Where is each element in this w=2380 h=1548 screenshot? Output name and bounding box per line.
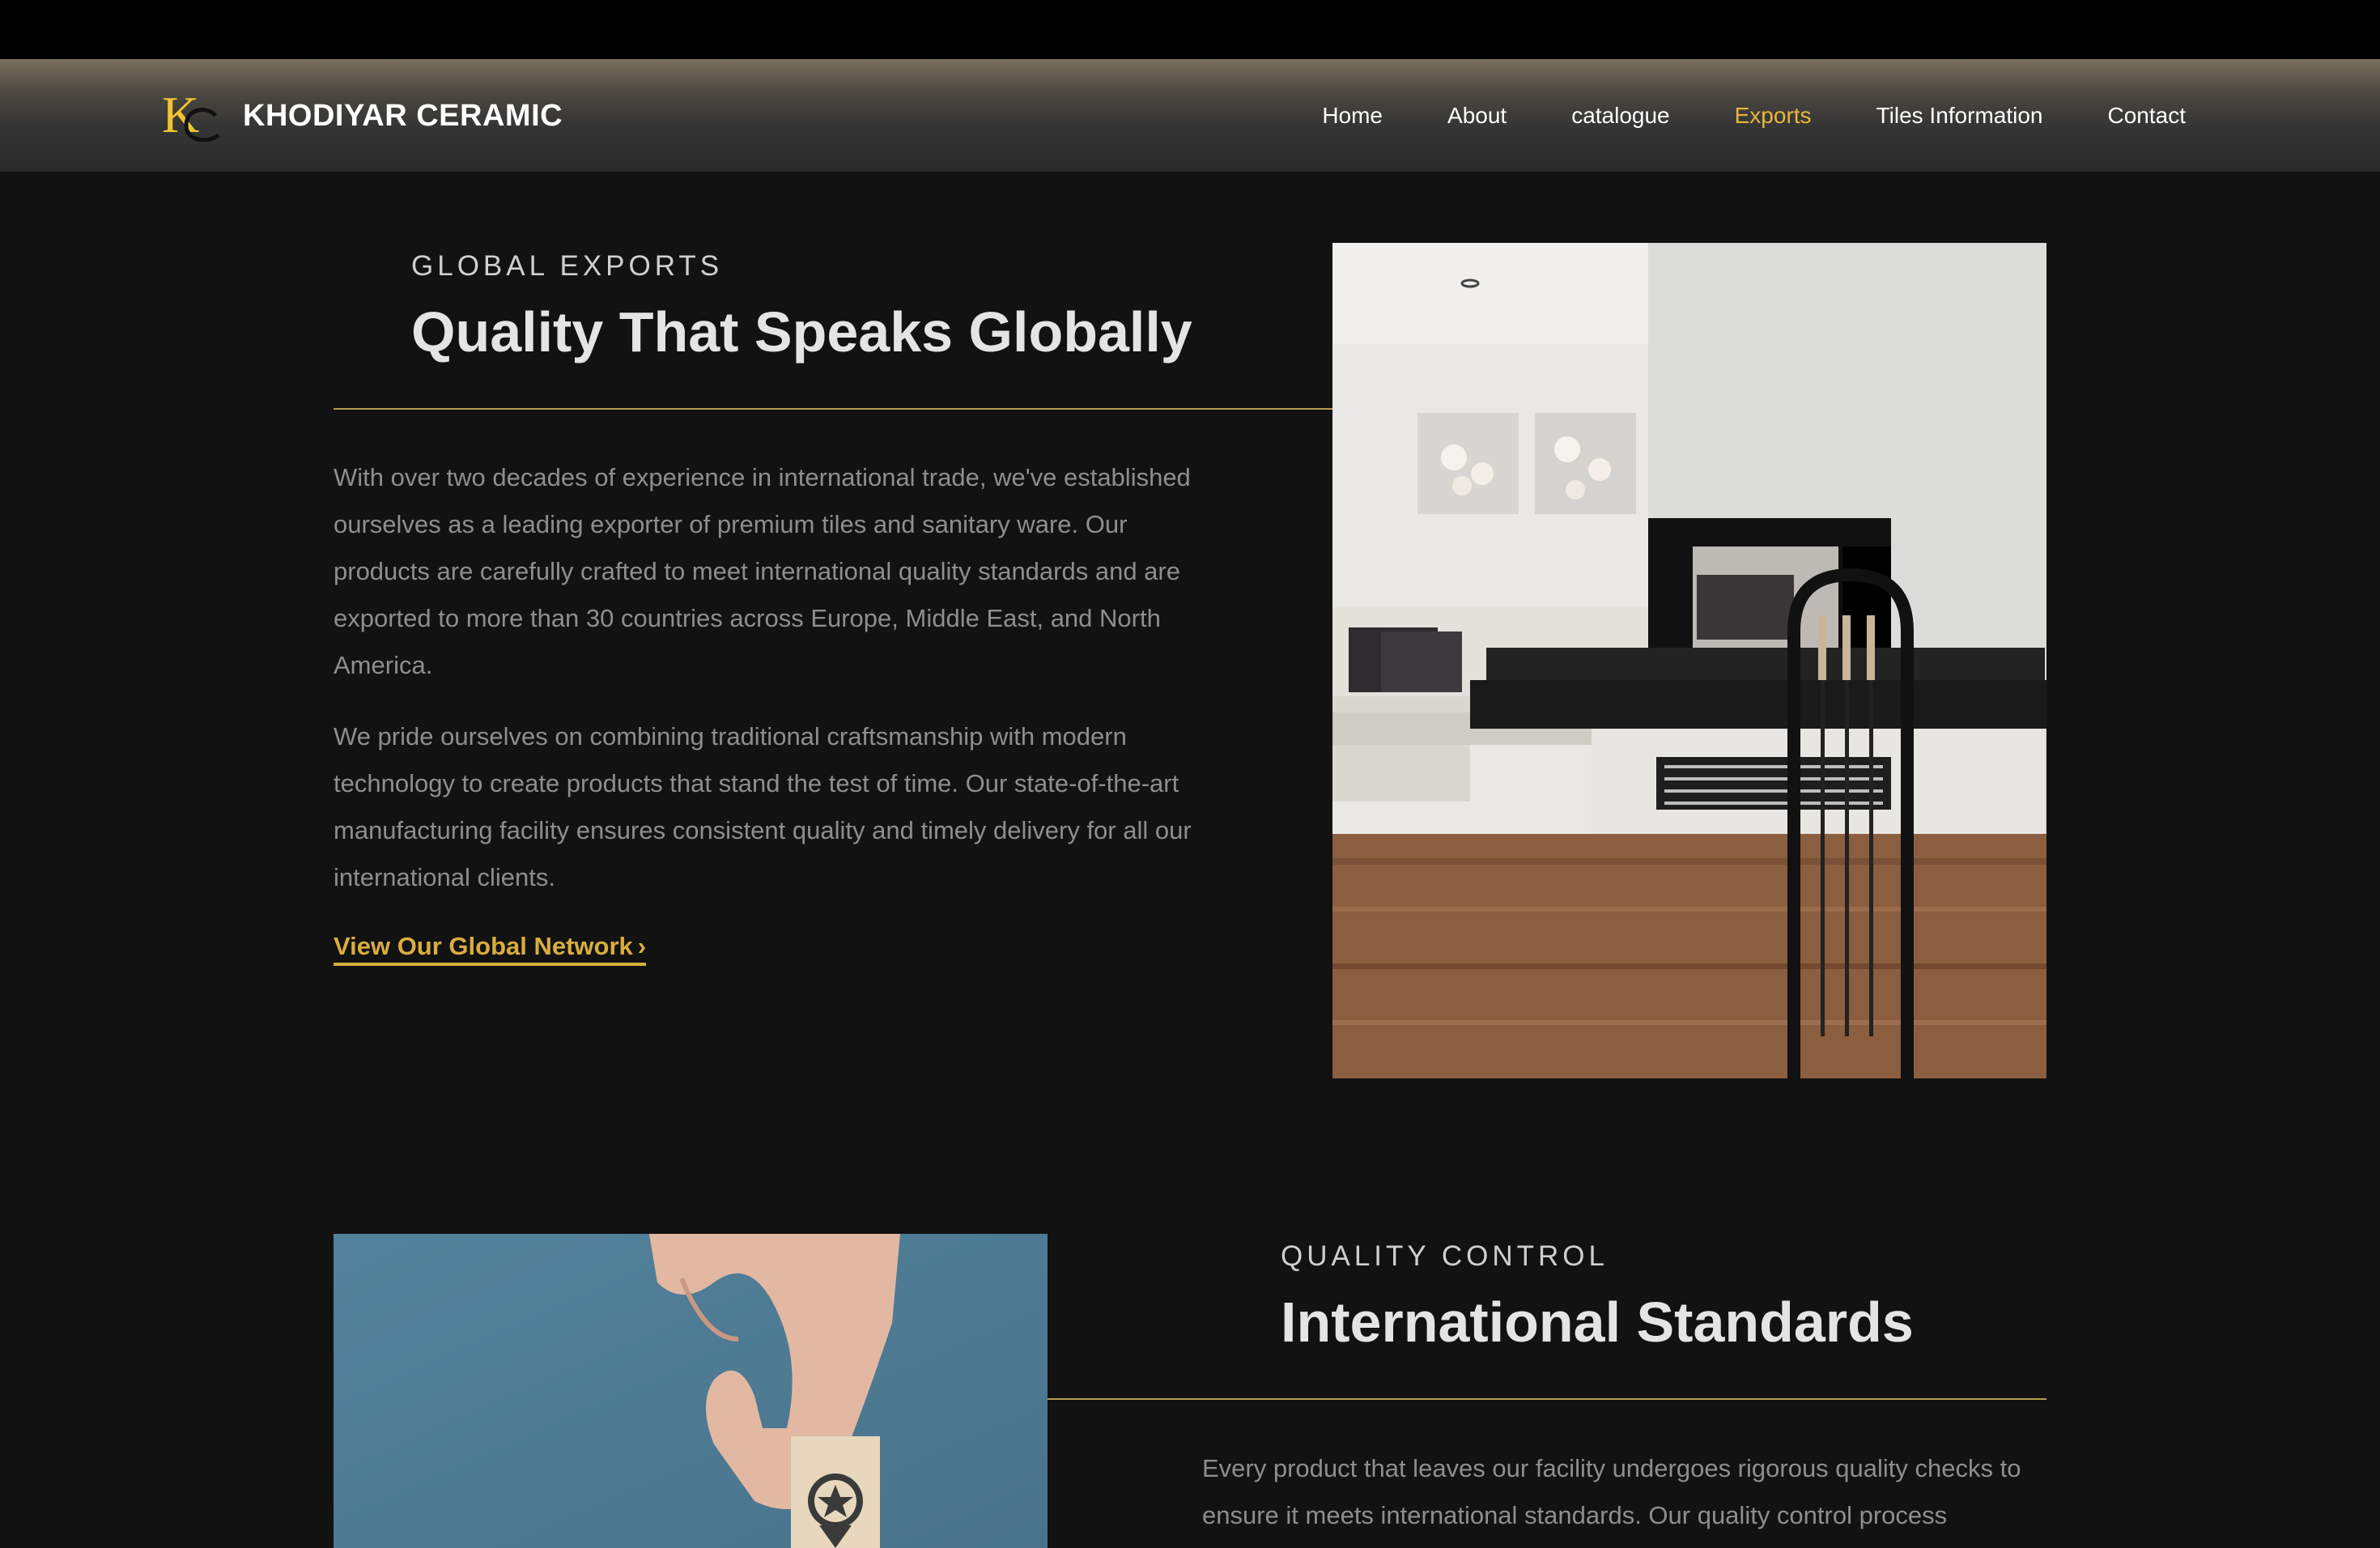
nav-exports[interactable]: Exports (1735, 103, 1812, 129)
nav-tiles-information[interactable]: Tiles Information (1876, 103, 2043, 129)
living-room-fireplace-photo (1332, 243, 2046, 1078)
exports-title: Quality That Speaks Globally (411, 300, 1192, 364)
top-black-bar (0, 0, 2380, 59)
brand-name: KHODIYAR CERAMIC (243, 98, 563, 133)
quality-divider (1048, 1398, 2046, 1400)
nav-home[interactable]: Home (1322, 103, 1383, 129)
exports-paragraph-2: We pride ourselves on combining traditio… (334, 722, 1192, 891)
brand[interactable]: K KHODIYAR CERAMIC (162, 83, 563, 148)
chevron-right-icon: › (637, 932, 647, 960)
exports-eyebrow: GLOBAL EXPORTS (411, 250, 724, 282)
cta-label: View Our Global Network (334, 932, 633, 960)
quality-title: International Standards (1281, 1291, 1914, 1354)
hand-holding-award-block-photo (334, 1234, 1048, 1548)
exports-divider (334, 408, 1333, 410)
nav-about[interactable]: About (1447, 103, 1507, 129)
nav-catalogue[interactable]: catalogue (1571, 103, 1669, 129)
nav-contact[interactable]: Contact (2108, 103, 2187, 129)
view-global-network-link[interactable]: View Our Global Network › (334, 932, 647, 966)
quality-paragraph-1: Every product that leaves our facility u… (1202, 1454, 2021, 1529)
site-header: K KHODIYAR CERAMIC Home About catalogue … (0, 59, 2380, 172)
kc-logo-icon: K (162, 86, 220, 143)
main-nav: Home About catalogue Exports Tiles Infor… (1257, 59, 2186, 172)
exports-paragraph-1: With over two decades of experience in i… (334, 463, 1191, 679)
svg-text:K: K (162, 86, 199, 143)
quality-eyebrow: QUALITY CONTROL (1281, 1240, 1609, 1272)
